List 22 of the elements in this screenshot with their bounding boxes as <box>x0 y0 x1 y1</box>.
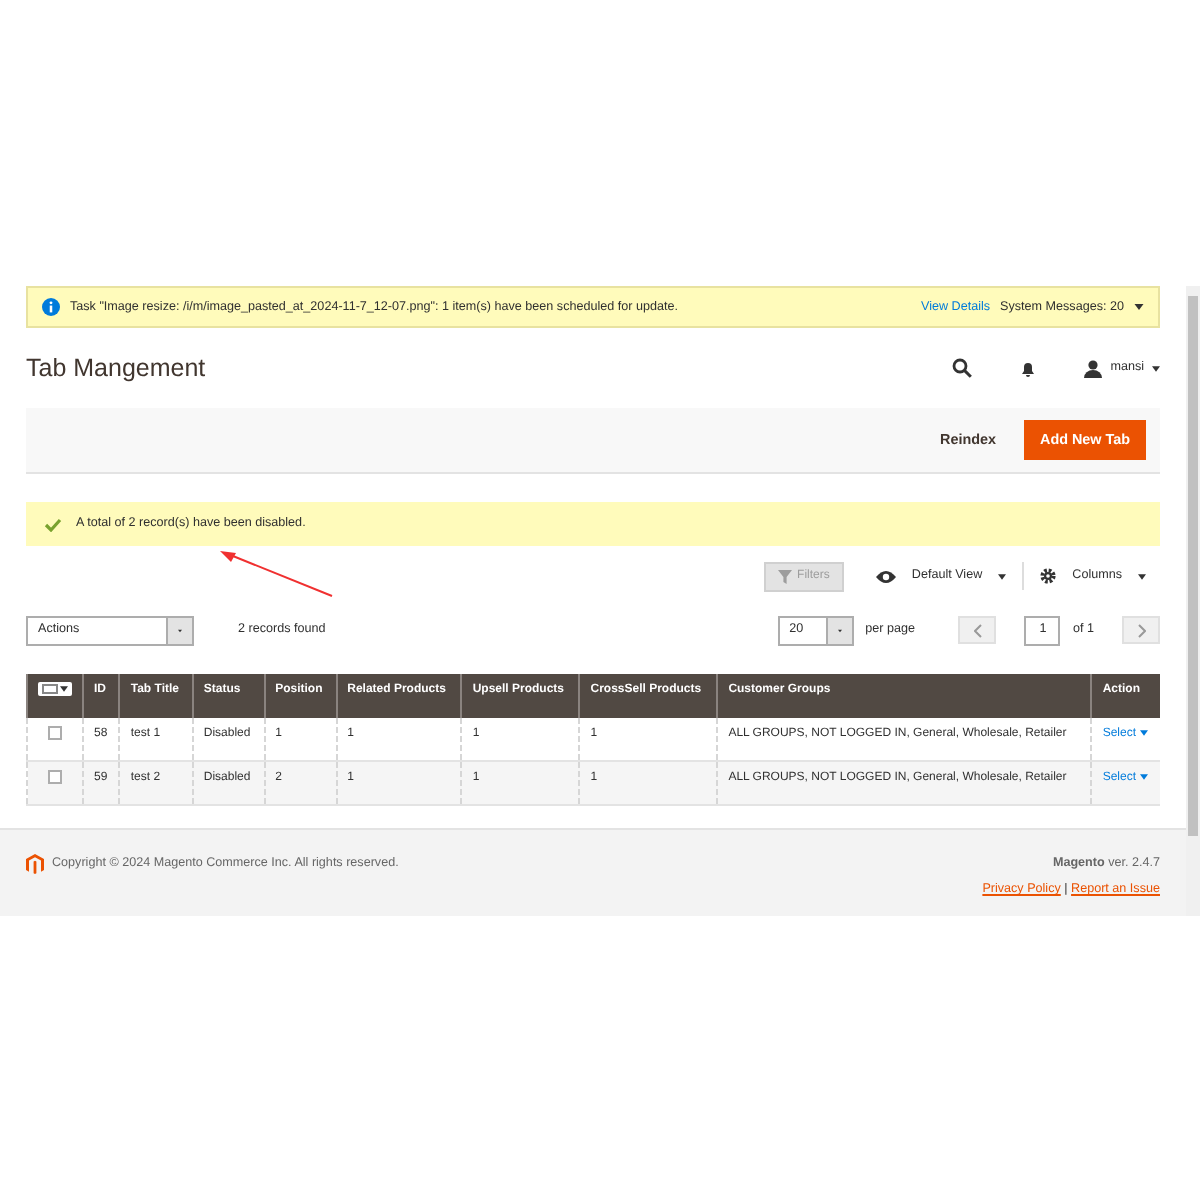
info-icon <box>42 298 60 316</box>
funnel-icon <box>777 569 792 583</box>
page-title: Tab Mangement <box>26 351 206 386</box>
row-checkbox[interactable] <box>48 726 62 740</box>
mass-select-checkbox[interactable] <box>38 682 72 696</box>
gear-icon[interactable] <box>1040 568 1057 584</box>
search-icon[interactable] <box>952 358 973 378</box>
eye-icon[interactable] <box>875 569 896 583</box>
caret-icon[interactable] <box>60 686 68 692</box>
user-icon[interactable] <box>1084 359 1103 377</box>
scrollbar[interactable] <box>1186 286 1200 916</box>
row-checkbox[interactable] <box>48 770 62 784</box>
chevron-left-icon <box>973 623 982 638</box>
caret-icon[interactable] <box>1138 573 1146 579</box>
logo-icon <box>26 854 44 874</box>
caret-icon[interactable] <box>998 573 1007 579</box>
bell-icon[interactable] <box>1020 359 1037 377</box>
annotation-arrow <box>216 548 336 600</box>
chevron-right-icon <box>1137 623 1145 638</box>
check-icon <box>44 517 62 531</box>
caret-icon[interactable] <box>1134 304 1144 310</box>
caret-icon[interactable] <box>1152 365 1160 371</box>
